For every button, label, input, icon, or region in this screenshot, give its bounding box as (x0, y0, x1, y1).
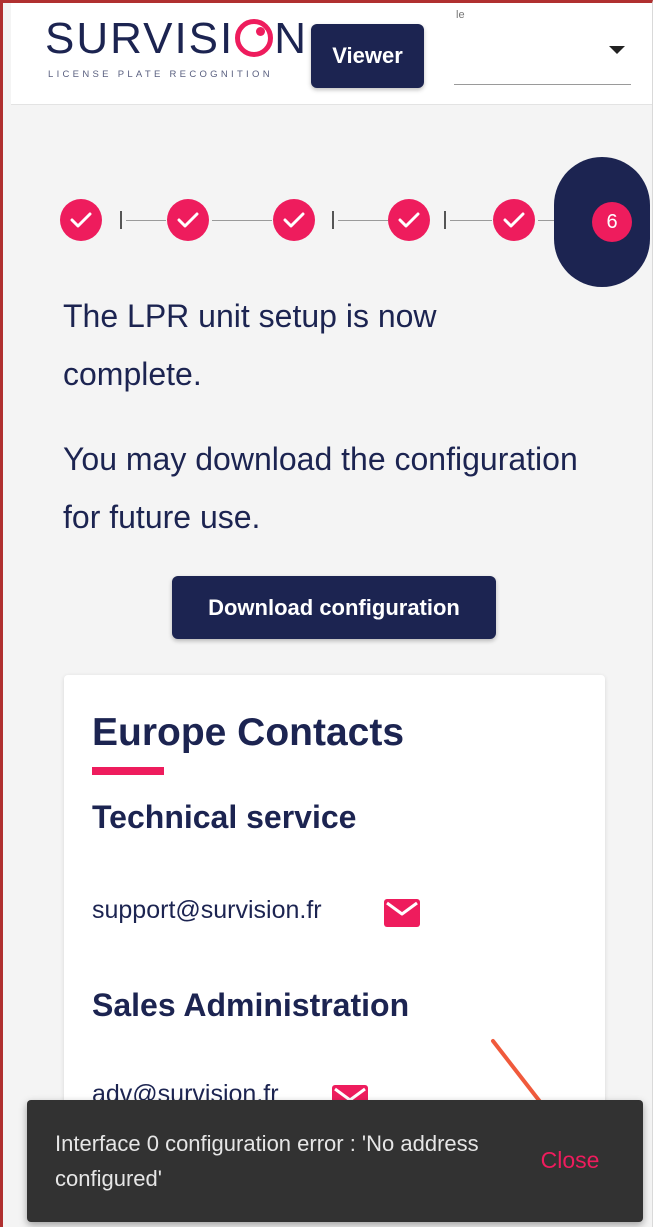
step-connector (126, 220, 166, 221)
error-snackbar: Interface 0 configuration error : 'No ad… (27, 1100, 643, 1222)
app-frame: SURVISI N LICENSE PLATE RECOGNITION Viewe… (0, 0, 653, 1227)
step-3-complete-icon[interactable] (273, 199, 315, 241)
app-header: SURVISI N LICENSE PLATE RECOGNITION Viewe… (11, 3, 652, 105)
step-3-label-stub (332, 211, 334, 229)
snackbar-close-button[interactable]: Close (515, 1140, 625, 1180)
step-connector (450, 220, 492, 221)
logo-o-icon (235, 19, 274, 57)
step-4-complete-icon[interactable] (388, 199, 430, 241)
sales-administration-heading: Sales Administration (92, 987, 410, 1023)
select-underline (454, 84, 631, 85)
download-configuration-button[interactable]: Download configuration (172, 576, 496, 639)
download-hint-message: You may download the configuration for f… (63, 441, 578, 535)
step-6-current[interactable]: 6 (554, 157, 650, 287)
step-5-complete-icon[interactable] (493, 199, 535, 241)
step-connector (212, 220, 272, 221)
technical-service-email[interactable]: support@survision.fr (92, 896, 322, 925)
technical-service-heading: Technical service (92, 799, 357, 835)
step-1-label-stub (120, 211, 122, 229)
step-6-number: 6 (592, 202, 632, 242)
logo-tagline: LICENSE PLATE RECOGNITION (48, 69, 273, 80)
step-1-complete-icon[interactable] (60, 199, 102, 241)
setup-complete-message: The LPR unit setup is now complete. (63, 298, 437, 392)
viewer-button[interactable]: Viewer (311, 24, 424, 88)
survision-logo[interactable]: SURVISI N LICENSE PLATE RECOGNITION (45, 13, 313, 81)
snackbar-message: Interface 0 configuration error : 'No ad… (55, 1131, 479, 1191)
title-underline (92, 767, 164, 775)
chevron-down-icon[interactable] (609, 46, 625, 54)
logo-wordmark: SURVISI N (45, 14, 309, 63)
step-connector (338, 220, 388, 221)
step-4-label-stub (444, 211, 446, 229)
step-2-complete-icon[interactable] (167, 199, 209, 241)
setup-stepper: 6 (60, 157, 650, 287)
contacts-title: Europe Contacts (92, 711, 405, 754)
mail-icon[interactable] (384, 899, 420, 927)
select-label: le (456, 9, 465, 21)
mode-select[interactable]: le (454, 9, 631, 85)
